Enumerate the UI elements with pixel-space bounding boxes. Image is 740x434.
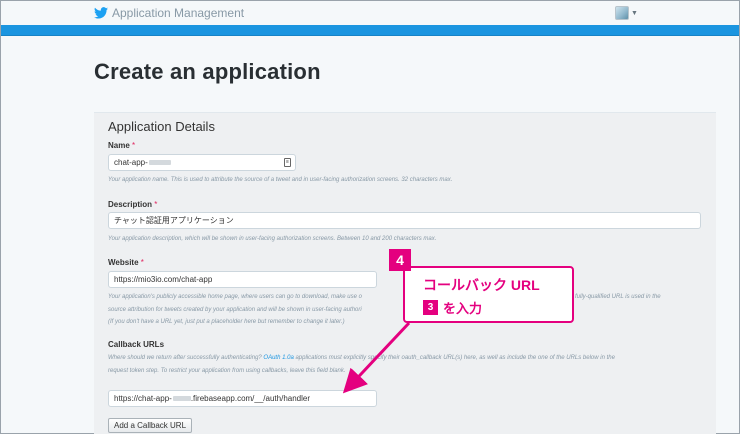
step-number-badge: 4 bbox=[389, 249, 411, 271]
website-help-line3: (If you don't have a URL yet, just put a… bbox=[108, 319, 345, 325]
twitter-bird-icon bbox=[94, 7, 108, 19]
page-title: Create an application bbox=[94, 59, 321, 84]
description-input[interactable]: チャット認証用アプリケーション bbox=[108, 212, 701, 229]
callback-help-text-end: applications must explicitly specify the… bbox=[295, 355, 615, 361]
redacted-text bbox=[148, 160, 171, 165]
callback-help-line1: Where should we return after successfull… bbox=[108, 353, 708, 363]
website-help-line1-start: Your application's publicly accessible h… bbox=[108, 294, 362, 300]
name-label-text: Name bbox=[108, 141, 130, 150]
website-input[interactable]: https://mio3io.com/chat-app bbox=[108, 271, 377, 288]
website-label: Website * bbox=[108, 258, 144, 267]
app-brand[interactable]: Application Management bbox=[94, 5, 244, 21]
required-mark: * bbox=[140, 258, 144, 267]
section-heading: Application Details bbox=[108, 119, 215, 134]
callout-line1: コールバック URL bbox=[423, 277, 540, 293]
name-label: Name * bbox=[108, 141, 135, 150]
website-help-line1-end: is fully-qualified URL is used in the bbox=[569, 294, 661, 300]
header-accent-bar bbox=[1, 25, 739, 36]
required-mark: * bbox=[154, 200, 158, 209]
description-label-text: Description bbox=[108, 200, 153, 209]
callout-line2: 3 を入力 bbox=[423, 298, 482, 317]
top-nav-bar: Application Management ▼ bbox=[1, 1, 739, 25]
ref-step-badge: 3 bbox=[423, 300, 438, 315]
description-label: Description * bbox=[108, 200, 157, 209]
chevron-down-icon: ▼ bbox=[631, 9, 638, 17]
name-help: Your application name. This is used to a… bbox=[108, 177, 453, 183]
website-label-text: Website bbox=[108, 258, 139, 267]
callback-help-line2: request token step. To restrict your app… bbox=[108, 368, 346, 374]
website-help-line2: source attribution for tweets created by… bbox=[108, 307, 362, 313]
annotation-callout: コールバック URL 3 を入力 bbox=[403, 266, 574, 323]
name-input[interactable]: chat-app- ≡ bbox=[108, 154, 296, 171]
account-menu[interactable]: ▼ bbox=[615, 6, 638, 20]
description-value: チャット認証用アプリケーション bbox=[114, 216, 234, 225]
website-value: https://mio3io.com/chat-app bbox=[114, 275, 213, 284]
callout-line2-text: を入力 bbox=[443, 301, 483, 316]
autofill-icon[interactable]: ≡ bbox=[284, 158, 291, 167]
callback-help-text: Where should we return after successfull… bbox=[108, 355, 262, 361]
callback-value-suffix: .firebaseapp.com/__/auth/handler bbox=[190, 394, 311, 403]
app-title: Application Management bbox=[112, 6, 245, 20]
callback-url-input[interactable]: https://chat-app- .firebaseapp.com/__/au… bbox=[108, 390, 377, 407]
avatar[interactable] bbox=[615, 6, 629, 20]
required-mark: * bbox=[132, 141, 136, 150]
name-value: chat-app- bbox=[114, 158, 148, 167]
redacted-text bbox=[172, 396, 191, 401]
oauth-link[interactable]: OAuth 1.0a bbox=[263, 355, 293, 361]
callback-value-prefix: https://chat-app- bbox=[114, 394, 172, 403]
add-callback-url-button[interactable]: Add a Callback URL bbox=[108, 418, 193, 433]
description-help: Your application description, which will… bbox=[108, 236, 437, 242]
callback-label: Callback URLs bbox=[108, 340, 165, 349]
